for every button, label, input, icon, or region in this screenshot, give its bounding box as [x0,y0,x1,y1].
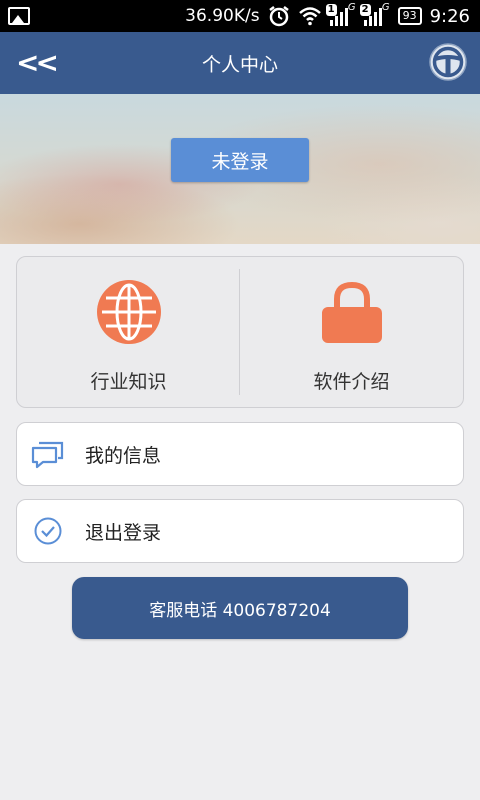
steering-wheel-logo-icon[interactable] [428,42,468,82]
grid-item-software-intro[interactable]: 软件介绍 [240,257,463,407]
sim2-gen: G [381,2,390,13]
grid-item-industry-knowledge[interactable]: 行业知识 [17,257,240,407]
menu-item-logout[interactable]: 退出登录 [16,499,464,563]
menu-item-label: 我的信息 [85,444,162,467]
status-bar: 36.90K/s 1 G 2 G 93 9:26 [0,0,480,32]
network-speed: 36.90K/s [185,6,260,26]
message-icon [31,437,65,471]
sim1-gen: G [347,2,356,13]
customer-service-phone-button[interactable]: 客服电话 4006787204 [72,577,408,639]
gallery-notification-icon [8,7,30,25]
status-right: 36.90K/s 1 G 2 G 93 9:26 [185,2,470,27]
app-header: << 个人中心 [0,32,480,94]
back-button[interactable]: << [16,48,59,78]
check-circle-icon [31,514,65,548]
grid-item-label: 行业知识 [90,371,167,393]
sim2-badge: 2 [359,4,371,16]
signal-sim2-icon: 2 G [359,2,390,26]
status-left [8,7,30,25]
lock-icon [317,277,387,347]
battery-icon: 93 [397,7,422,25]
menu-item-label: 退出登录 [85,521,162,544]
login-button[interactable]: 未登录 [171,138,309,182]
page-title: 个人中心 [201,53,278,76]
wifi-icon [298,7,321,26]
globe-icon [94,277,164,347]
alarm-icon [268,6,289,27]
feature-grid: 行业知识 软件介绍 [16,256,464,408]
status-time: 9:26 [429,5,470,27]
profile-banner: 未登录 [0,94,480,244]
sim1-badge: 1 [325,4,337,16]
menu-item-my-info[interactable]: 我的信息 [16,422,464,486]
signal-sim1-icon: 1 G [325,2,356,26]
grid-item-label: 软件介绍 [313,371,390,393]
